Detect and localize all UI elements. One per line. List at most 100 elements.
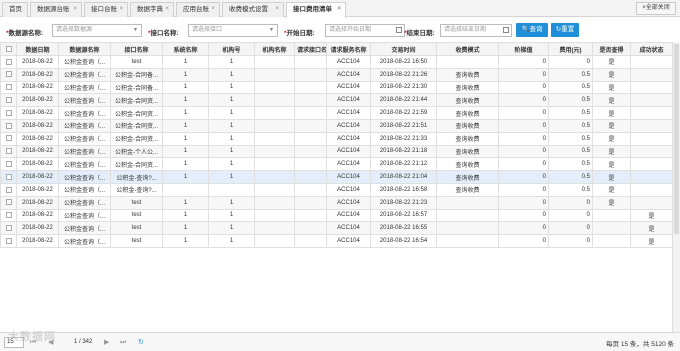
table-cell: 1 — [162, 67, 209, 82]
table-cell — [294, 234, 327, 248]
checkbox-icon[interactable] — [5, 160, 12, 167]
table-cell: 0.5 — [548, 80, 593, 95]
checkbox-icon[interactable] — [5, 135, 12, 142]
table-cell: 查询收费 — [436, 131, 499, 146]
row-checkbox[interactable] — [0, 195, 17, 210]
table-row[interactable]: 2018-08-22 公积金查询（... 公积金-查询?... ACC104 2018-… — [0, 182, 673, 197]
query-button[interactable]: 🔍查询 — [516, 23, 548, 37]
table-row[interactable]: 2018-08-22 公积金查询（... 公积金-合同备... 1 1 ACC104 201… — [0, 67, 673, 82]
row-checkbox[interactable] — [0, 55, 17, 69]
select-all-checkbox[interactable] — [0, 42, 17, 56]
table-cell: 是 — [592, 67, 631, 82]
row-checkbox[interactable] — [0, 170, 17, 184]
scrollbar-thumb[interactable] — [674, 44, 679, 234]
table-row[interactable]: 2018-08-22 公积金查询（... 公积金-合同资... 1 1 ACC104 201… — [0, 131, 673, 146]
table-row[interactable]: 2018-08-22 公积金查询（... 公积金-查询?... 1 1 ACC104 201… — [0, 170, 673, 184]
table-cell: 查询收费 — [436, 118, 499, 133]
start-date-input[interactable]: 请选择开始日期 — [325, 24, 405, 37]
end-date-input[interactable]: 请选择结束日期 — [440, 24, 512, 37]
checkbox-icon[interactable] — [5, 122, 12, 129]
checkbox-icon[interactable] — [5, 237, 12, 244]
checkbox-icon[interactable] — [5, 224, 12, 231]
table-cell: 0.5 — [548, 157, 593, 172]
query-label: 查询 — [529, 26, 543, 33]
table-cell: 2018-08-22 16:57 — [370, 208, 437, 223]
row-checkbox[interactable] — [0, 221, 17, 236]
tab-api-ledger[interactable]: 接口台账 × — [84, 2, 128, 17]
calendar-icon[interactable] — [503, 27, 509, 33]
row-checkbox[interactable] — [0, 106, 17, 120]
row-checkbox[interactable] — [0, 67, 17, 82]
row-checkbox[interactable] — [0, 131, 17, 146]
tab-data-dictionary[interactable]: 数据字典 × — [130, 2, 174, 17]
row-checkbox[interactable] — [0, 93, 17, 108]
reset-button[interactable]: ↻重置 — [551, 23, 579, 37]
checkbox-icon[interactable] — [5, 71, 12, 78]
calendar-icon[interactable] — [396, 27, 402, 33]
table-cell: 是 — [592, 118, 631, 133]
next-page-icon[interactable]: ▶ — [104, 337, 109, 348]
tab-data-source-ledger[interactable]: 数据源台账 × — [30, 2, 82, 17]
row-checkbox[interactable] — [0, 157, 17, 172]
table-row[interactable]: 2018-08-22 公积金查询（... test 1 1 ACC104 2018-08-2… — [0, 234, 673, 248]
table-row[interactable]: 2018-08-22 公积金查询（... 公积金-个人公... 1 1 ACC104 201… — [0, 144, 673, 159]
checkbox-icon[interactable] — [5, 45, 12, 52]
checkbox-icon[interactable] — [5, 148, 12, 155]
tab-home[interactable]: 首页 — [2, 2, 28, 17]
table-cell: 2018-08-22 16:54 — [370, 234, 437, 248]
table-cell: 是 — [592, 182, 631, 197]
checkbox-icon[interactable] — [5, 84, 12, 91]
checkbox-icon[interactable] — [5, 58, 12, 65]
table-cell: 是 — [630, 208, 673, 223]
api-name-label: *接口名称: — [148, 27, 179, 37]
row-checkbox[interactable] — [0, 80, 17, 95]
close-all-button[interactable]: ×全部关闭 — [636, 2, 676, 15]
table-row[interactable]: 2018-08-22 公积金查询（... test 1 1 ACC104 2018-08-2… — [0, 195, 673, 210]
table-row[interactable]: 2018-08-22 公积金查询（... 公积金-合同资... 1 1 ACC104 201… — [0, 118, 673, 133]
table-row[interactable]: 2018-08-22 公积金查询（... 公积金-合同资... 1 1 ACC104 201… — [0, 157, 673, 172]
page-number-info: 1 / 342 — [74, 339, 93, 345]
data-source-label: *数据源名称: — [6, 27, 43, 37]
table-cell: 1 — [208, 221, 255, 236]
table-cell: 公积金查询（... — [58, 67, 111, 82]
row-checkbox[interactable] — [0, 234, 17, 248]
close-icon[interactable]: × — [165, 3, 169, 16]
table-row[interactable]: 2018-08-22 公积金查询（... test 1 1 ACC104 2018-08-2… — [0, 208, 673, 223]
row-checkbox[interactable] — [0, 182, 17, 197]
tab-app-ledger[interactable]: 应用台账 × — [176, 2, 220, 17]
table-row[interactable]: 2018-08-22 公积金查询（... 公积金-合同资... 1 1 ACC104 201… — [0, 106, 673, 120]
close-icon[interactable]: × — [337, 3, 341, 16]
vertical-scrollbar[interactable] — [672, 42, 680, 332]
row-checkbox[interactable] — [0, 118, 17, 133]
table-cell: 公积金-合同资... — [110, 131, 163, 146]
table-cell — [254, 93, 295, 108]
close-icon[interactable]: × — [119, 3, 123, 16]
checkbox-icon[interactable] — [5, 97, 12, 103]
checkbox-icon[interactable] — [5, 212, 12, 219]
table-row[interactable]: 2018-08-22 公积金查询（... test 1 1 ACC104 2018-08-2… — [0, 221, 673, 236]
tab-fee-mode-settings[interactable]: 收费模式设置 × — [222, 2, 284, 17]
table-row[interactable]: 2018-08-22 公积金查询（... 公积金-合同资... 1 1 ACC104 201… — [0, 93, 673, 108]
close-icon[interactable]: × — [275, 3, 279, 16]
row-checkbox[interactable] — [0, 208, 17, 223]
checkbox-icon[interactable] — [5, 173, 12, 180]
tab-label: 接口台账 — [91, 6, 117, 13]
data-source-select[interactable]: 请选择数据源 ▼ — [52, 24, 142, 37]
close-icon[interactable]: × — [211, 3, 215, 16]
table-cell: 公积金查询（... — [58, 221, 111, 236]
table-row[interactable]: 2018-08-22 公积金查询（... 公积金-合同备... 1 1 ACC104 201… — [0, 80, 673, 95]
table-cell — [294, 80, 327, 95]
row-checkbox[interactable] — [0, 144, 17, 159]
checkbox-icon[interactable] — [5, 186, 12, 193]
api-name-select[interactable]: 请选择接口 ▼ — [188, 24, 278, 37]
table-row[interactable]: 2018-08-22 公积金查询（... test 1 1 ACC104 2018-08-2… — [0, 55, 673, 69]
table-cell: ACC104 — [326, 144, 371, 159]
checkbox-icon[interactable] — [5, 199, 12, 206]
tab-api-fee-list[interactable]: 接口费用清单 × — [286, 2, 346, 18]
table-cell: ACC104 — [326, 118, 371, 133]
table-cell: 公积金-合同资... — [110, 157, 163, 172]
close-icon[interactable]: × — [73, 3, 77, 16]
refresh-icon[interactable]: ↻ — [138, 337, 144, 348]
last-page-icon[interactable]: ⏭ — [120, 337, 126, 348]
checkbox-icon[interactable] — [5, 109, 12, 116]
